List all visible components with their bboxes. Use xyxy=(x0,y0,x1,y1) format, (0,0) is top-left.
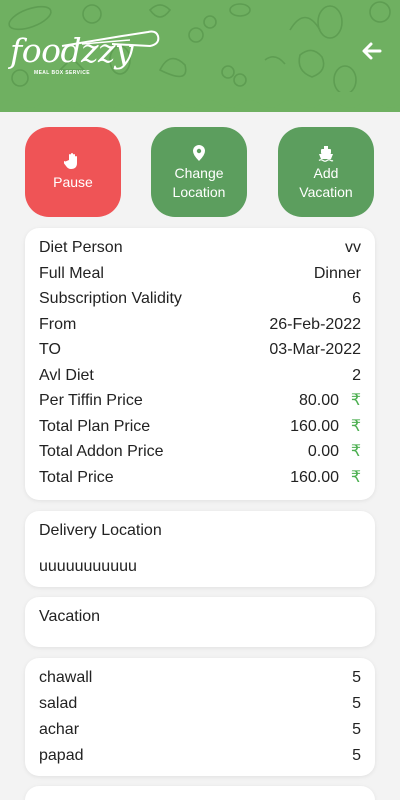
detail-label: Full Meal xyxy=(39,264,104,282)
detail-row-from: From 26-Feb-2022 xyxy=(39,314,361,336)
addons-card: chawall 5 salad 5 achar 5 papad 5 xyxy=(25,658,375,776)
addon-qty: 5 xyxy=(352,721,361,738)
addon-name: papad xyxy=(39,747,84,764)
detail-row-avl-diet: Avl Diet 2 xyxy=(39,365,361,387)
add-vacation-label-line1: Add xyxy=(313,165,339,181)
detail-value: 0.00 xyxy=(307,443,339,460)
list-item: chawall 5 xyxy=(39,667,361,689)
detail-value: 6 xyxy=(352,290,361,307)
vacation-title: Vacation xyxy=(39,608,101,625)
ship-icon xyxy=(318,146,334,162)
logo-wing-mark xyxy=(61,30,160,48)
detail-label: Subscription Validity xyxy=(39,290,182,307)
detail-row-to: TO 03-Mar-2022 xyxy=(39,339,361,361)
add-vacation-button[interactable]: Add Vacation xyxy=(278,127,374,217)
change-location-button[interactable]: Change Location xyxy=(151,127,247,217)
detail-value: 26-Feb-2022 xyxy=(269,315,361,333)
pause-button[interactable]: Pause xyxy=(25,127,121,217)
detail-row-subscription-validity: Subscription Validity 6 xyxy=(39,288,361,310)
detail-row-diet-person: Diet Person vv xyxy=(39,237,361,259)
detail-label: Total Price xyxy=(39,469,114,486)
next-card-partial xyxy=(25,786,375,800)
detail-row-full-meal: Full Meal Dinner xyxy=(39,263,361,285)
detail-value: 03-Mar-2022 xyxy=(269,341,361,358)
detail-label: Diet Person xyxy=(39,239,123,256)
detail-value: 2 xyxy=(352,366,361,384)
addon-name: achar xyxy=(39,721,80,738)
detail-row-total-addon-price: Total Addon Price 0.00 ₹ xyxy=(39,441,361,463)
list-item: achar 5 xyxy=(39,719,361,741)
addon-name: chawall xyxy=(39,669,93,686)
detail-label: Total Plan Price xyxy=(39,417,151,435)
detail-value: vv xyxy=(345,239,361,256)
arrow-left-icon xyxy=(362,42,382,60)
rupee-icon: ₹ xyxy=(350,417,361,435)
rupee-icon: ₹ xyxy=(350,443,361,460)
logo-tagline: MEAL BOX SERVICE xyxy=(34,70,90,76)
hand-icon xyxy=(64,153,77,169)
addon-qty: 5 xyxy=(352,747,361,764)
change-location-label-line1: Change xyxy=(174,165,224,181)
detail-value: 80.00 xyxy=(298,392,339,409)
detail-value: 160.00 xyxy=(290,417,339,435)
delivery-address: uuuuuuuuuuu xyxy=(39,558,137,575)
detail-label: TO xyxy=(39,341,61,358)
detail-row-total-plan-price: Total Plan Price 160.00 ₹ xyxy=(39,416,361,438)
subscription-details-card: Diet Person vv Full Meal Dinner Subscrip… xyxy=(25,228,375,500)
addon-name: salad xyxy=(39,695,78,712)
detail-row-per-tiffin-price: Per Tiffin Price 80.00 ₹ xyxy=(39,390,361,412)
addon-qty: 5 xyxy=(352,695,361,712)
add-vacation-label-line2: Vacation xyxy=(299,184,353,200)
vacation-card: Vacation xyxy=(25,597,375,647)
delivery-location-title: Delivery Location xyxy=(39,522,162,539)
foodzzy-logo: foodzzy MEAL BOX SERVICE xyxy=(10,30,160,76)
rupee-icon: ₹ xyxy=(350,469,361,486)
header-wave-divider xyxy=(0,92,400,108)
change-location-label-line2: Location xyxy=(172,184,226,200)
detail-label: From xyxy=(39,315,77,333)
detail-label: Total Addon Price xyxy=(39,443,164,460)
list-item: papad 5 xyxy=(39,745,361,767)
detail-label: Avl Diet xyxy=(39,366,94,384)
detail-value: Dinner xyxy=(313,264,361,282)
pause-label: Pause xyxy=(53,174,93,190)
detail-label: Per Tiffin Price xyxy=(39,392,143,409)
rupee-icon: ₹ xyxy=(350,392,361,409)
list-item: salad 5 xyxy=(39,693,361,715)
detail-row-total-price: Total Price 160.00 ₹ xyxy=(39,467,361,489)
delivery-location-card: Delivery Location uuuuuuuuuuu xyxy=(25,511,375,587)
detail-value: 160.00 xyxy=(290,469,339,486)
addon-qty: 5 xyxy=(352,669,361,686)
back-button[interactable] xyxy=(360,39,384,63)
location-pin-icon xyxy=(193,145,205,161)
